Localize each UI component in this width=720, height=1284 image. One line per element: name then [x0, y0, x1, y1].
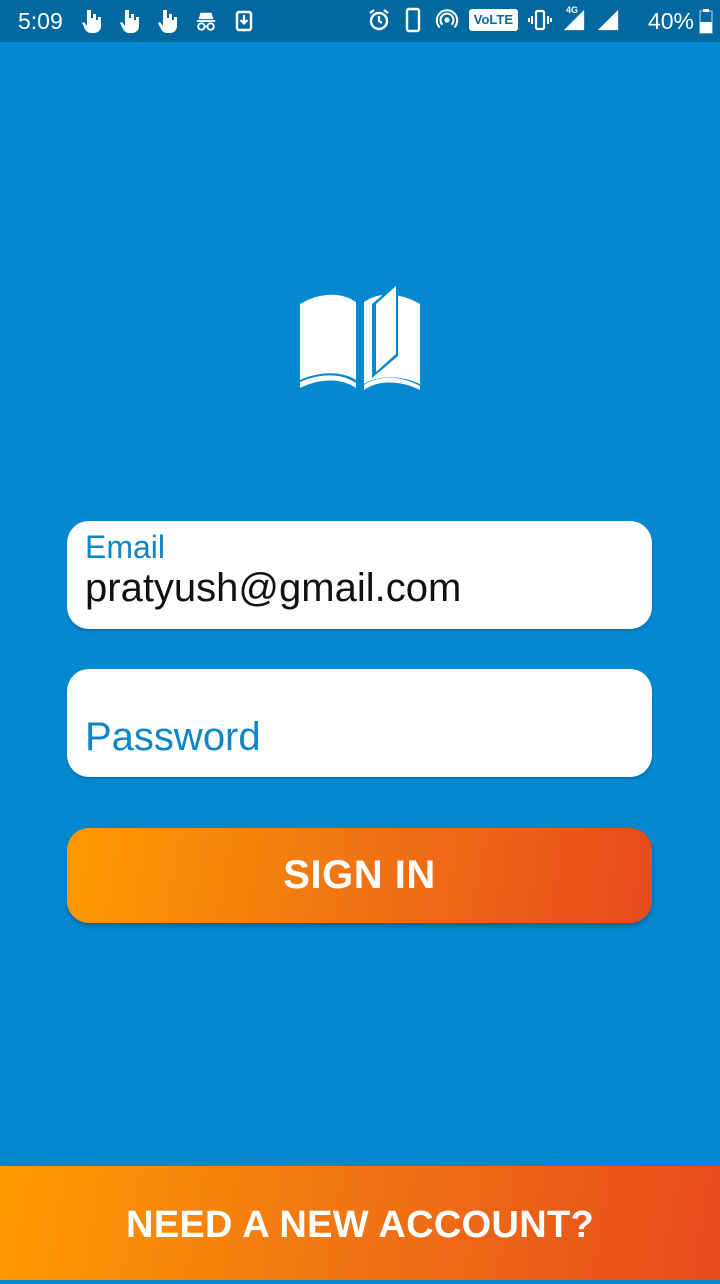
dollar-hand-icon: [120, 10, 139, 33]
password-input[interactable]: Password: [85, 713, 261, 761]
phone-icon: [405, 7, 420, 33]
email-label: Email: [85, 529, 166, 565]
alarm-icon: [369, 9, 389, 31]
status-time: 5:09: [18, 8, 63, 34]
open-book-icon: [300, 282, 420, 390]
hotspot-icon: [435, 9, 458, 29]
download-icon: [235, 10, 253, 32]
battery-icon: [699, 9, 713, 34]
sign-in-button[interactable]: SIGN IN: [67, 828, 652, 923]
battery-percent: 40%: [647, 8, 694, 34]
volte-badge: VoLTE: [468, 9, 518, 31]
signal-icon: [597, 9, 619, 31]
system-icons: VoLTE: [367, 7, 620, 33]
new-account-button[interactable]: NEED A NEW ACCOUNT?: [0, 1166, 720, 1280]
dollar-hand-icon: [82, 10, 101, 33]
vibrate-icon: [528, 9, 552, 31]
incognito-icon: [196, 12, 216, 31]
email-input[interactable]: pratyush@gmail.com: [85, 564, 461, 612]
status-bar: 5:09 VoLTE 4G 40%: [0, 0, 720, 42]
network-type-label: 4G: [566, 5, 579, 15]
notification-icons: [80, 8, 256, 34]
password-field[interactable]: Password: [67, 669, 652, 777]
dollar-hand-icon: [158, 10, 177, 33]
email-field[interactable]: Email pratyush@gmail.com: [67, 521, 652, 629]
